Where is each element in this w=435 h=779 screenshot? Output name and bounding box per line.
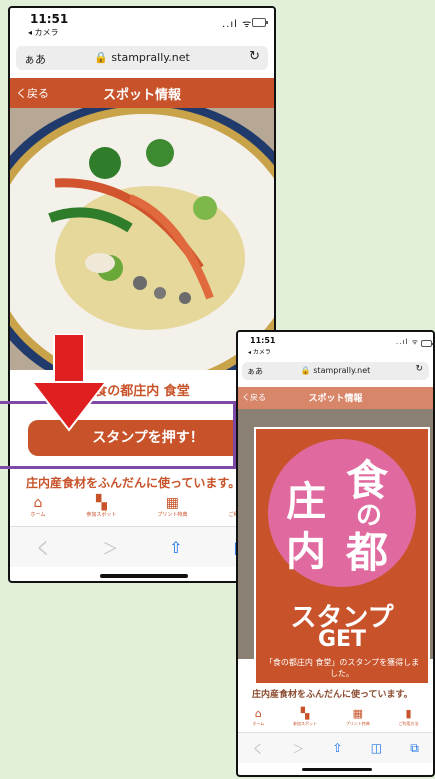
nav-bar-2: く戻る スポット情報 (238, 387, 433, 409)
phone-screen-after: 11:51 ◂ カメラ ..ıl ᯤ ぁあ 🔒 stamprally.net ↻… (236, 330, 435, 777)
down-arrow-icon (30, 334, 109, 432)
safari-toolbar: く ＞ ⇧ ◫ (10, 526, 274, 567)
reload-icon-2[interactable]: ↻ (415, 364, 423, 374)
status-time: 11:51 (30, 12, 69, 26)
tab-bar: ⌂ホーム ▚参加スポット ▦プリント特典 ▮ご利用方法 (10, 492, 274, 522)
share-icon-2[interactable]: ⇧ (333, 741, 343, 755)
dish-photo (10, 108, 274, 370)
tab-gift[interactable]: ▦ プリント特典 (157, 492, 187, 522)
home-icon-2: ⌂ (254, 707, 262, 720)
tab-gift-2[interactable]: ▦ プリント特典 (346, 702, 370, 728)
address-bar[interactable]: ぁあ 🔒 stamprally.net ↻ (16, 46, 268, 70)
safari-toolbar-2: く ＞ ⇧ ◫ ⧉ (238, 732, 433, 763)
battery-icon (252, 18, 268, 27)
spot-description-2: 庄内産食材をふんだんに使っています。 (252, 690, 413, 700)
bookmarks-icon-2[interactable]: ◫ (371, 741, 382, 755)
page-title: スポット情報 (102, 88, 181, 103)
logo-char-5: 都 (346, 528, 389, 577)
nav-bar: く戻る スポット情報 (10, 78, 274, 108)
stamp-get-message: 「食の都庄内 食堂」のスタンプを獲得しました。 (264, 658, 420, 678)
browser-back-button[interactable]: く (35, 535, 51, 559)
lock-icon: 🔒 (94, 51, 108, 64)
logo-char-4: 内 (286, 528, 326, 575)
gift-icon-2: ▦ (352, 707, 363, 720)
spot-description: 庄内産食材をふんだんに使っています。 (26, 476, 241, 490)
book-icon-2: ▮ (405, 707, 412, 720)
address-bar-2[interactable]: ぁあ 🔒 stamprally.net ↻ (242, 362, 429, 380)
url-label: stamprally.net (111, 51, 190, 64)
browser-forward-button-2[interactable]: ＞ (292, 740, 304, 757)
status-bar-2: 11:51 ◂ カメラ ..ıl ᯤ (238, 332, 433, 362)
lock-icon-2: 🔒 (300, 366, 311, 375)
status-time-2: 11:51 (250, 336, 276, 345)
signal-wifi-icon-2: ..ıl ᯤ (396, 338, 419, 346)
map-icon-2: ▚ (300, 707, 310, 720)
url-text-2: 🔒 stamprally.net (242, 366, 429, 375)
back-to-app-link[interactable]: ◂ カメラ (28, 27, 59, 38)
map-icon: ▚ (95, 495, 107, 511)
tab-home-2[interactable]: ⌂ ホーム (252, 702, 264, 728)
gift-icon: ▦ (165, 495, 180, 511)
tab-spots-2[interactable]: ▚ 参加スポット (293, 702, 317, 728)
status-bar: 11:51 ◂ カメラ ..ıl ᯤ (10, 8, 274, 48)
tab-spots[interactable]: ▚ 参加スポット (86, 492, 116, 522)
page-title-2: スポット情報 (308, 394, 363, 404)
stamp-get-popup[interactable]: 食 庄 の 内 都 スタンプ GET 「食の都庄内 食堂」のスタンプを獲得しまし… (254, 427, 430, 685)
signal-wifi-icon: ..ıl ᯤ (222, 19, 253, 30)
battery-icon-2 (421, 340, 433, 347)
browser-back-button-2[interactable]: く (252, 740, 264, 757)
stamp-get-title-line2: GET (317, 627, 367, 652)
tabs-icon-2[interactable]: ⧉ (410, 741, 419, 756)
home-indicator (100, 574, 188, 578)
back-to-app-link-2[interactable]: ◂ カメラ (248, 347, 271, 356)
stamp-logo: 食 庄 の 内 都 (268, 439, 416, 587)
url-label-2: stamprally.net (313, 366, 371, 375)
url-text: 🔒 stamprally.net (16, 51, 268, 64)
home-icon: ⌂ (33, 495, 43, 511)
tab-home[interactable]: ⌂ ホーム (31, 492, 46, 522)
reload-icon[interactable]: ↻ (249, 49, 260, 64)
tab-bar-2: ⌂ ホーム ▚ 参加スポット ▦ プリント特典 ▮ ご利用方法 (238, 702, 433, 728)
home-indicator-2 (302, 768, 372, 771)
browser-forward-button[interactable]: ＞ (102, 535, 118, 559)
tab-usage-2[interactable]: ▮ ご利用方法 (399, 702, 419, 728)
share-icon[interactable]: ⇧ (169, 538, 182, 557)
